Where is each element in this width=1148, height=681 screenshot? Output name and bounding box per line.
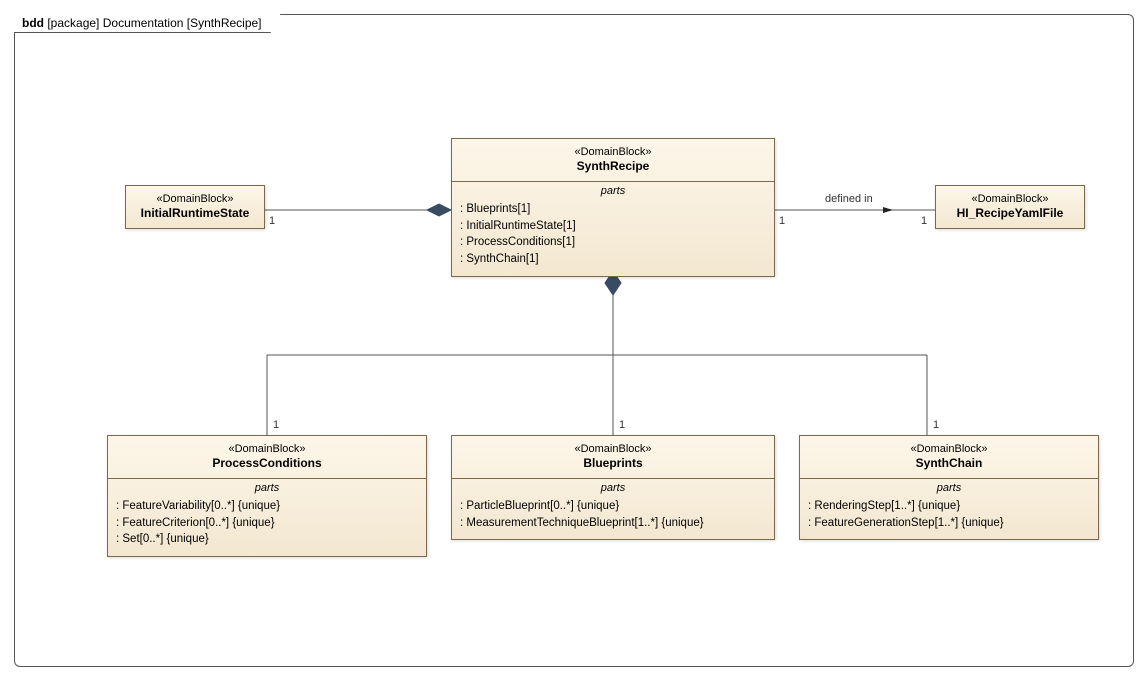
- part-item: : FeatureCriterion[0..*] {unique}: [116, 515, 418, 532]
- parts-list: : Blueprints[1] : InitialRuntimeState[1]…: [452, 199, 774, 276]
- block-header: «DomainBlock» HI_RecipeYamlFile: [936, 186, 1084, 228]
- frame-kind: bdd: [22, 16, 44, 30]
- part-item: : MeasurementTechniqueBlueprint[1..*] {u…: [460, 515, 766, 532]
- block-name: HI_RecipeYamlFile: [944, 206, 1076, 222]
- part-item: : Blueprints[1]: [460, 201, 766, 218]
- block-initial-runtime-state[interactable]: «DomainBlock» InitialRuntimeState: [125, 185, 265, 229]
- parts-label: parts: [452, 479, 774, 496]
- stereotype: «DomainBlock»: [808, 442, 1090, 456]
- multiplicity-label: 1: [619, 419, 625, 431]
- multiplicity-label: 1: [921, 215, 927, 227]
- parts-label: parts: [800, 479, 1098, 496]
- block-name: Blueprints: [460, 456, 766, 472]
- frame-name: [SynthRecipe]: [187, 16, 262, 30]
- part-item: : SynthChain[1]: [460, 251, 766, 268]
- stereotype: «DomainBlock»: [116, 442, 418, 456]
- stereotype: «DomainBlock»: [134, 192, 256, 206]
- block-header: «DomainBlock» Blueprints: [452, 436, 774, 479]
- block-synth-recipe[interactable]: «DomainBlock» SynthRecipe parts : Bluepr…: [451, 138, 775, 277]
- frame-pkg: [package]: [47, 16, 99, 30]
- part-item: : Set[0..*] {unique}: [116, 531, 418, 548]
- multiplicity-label: 1: [933, 419, 939, 431]
- block-name: InitialRuntimeState: [134, 206, 256, 222]
- block-recipe-yaml-file[interactable]: «DomainBlock» HI_RecipeYamlFile: [935, 185, 1085, 229]
- part-item: : ParticleBlueprint[0..*] {unique}: [460, 498, 766, 515]
- parts-label: parts: [452, 182, 774, 199]
- parts-label: parts: [108, 479, 426, 496]
- stereotype: «DomainBlock»: [460, 145, 766, 159]
- block-process-conditions[interactable]: «DomainBlock» ProcessConditions parts : …: [107, 435, 427, 557]
- part-item: : ProcessConditions[1]: [460, 234, 766, 251]
- part-item: : InitialRuntimeState[1]: [460, 218, 766, 235]
- diagram-frame: bdd [package] Documentation [SynthRecipe…: [14, 14, 1134, 667]
- block-name: SynthRecipe: [460, 159, 766, 175]
- parts-list: : RenderingStep[1..*] {unique} : Feature…: [800, 496, 1098, 539]
- connectors: [15, 15, 1135, 668]
- part-item: : RenderingStep[1..*] {unique}: [808, 498, 1090, 515]
- multiplicity-label: 1: [273, 419, 279, 431]
- association-label-defined-in: defined in: [825, 193, 873, 205]
- block-name: SynthChain: [808, 456, 1090, 472]
- part-item: : FeatureVariability[0..*] {unique}: [116, 498, 418, 515]
- multiplicity-label: 1: [779, 215, 785, 227]
- block-header: «DomainBlock» SynthRecipe: [452, 139, 774, 182]
- block-blueprints[interactable]: «DomainBlock» Blueprints parts : Particl…: [451, 435, 775, 540]
- block-name: ProcessConditions: [116, 456, 418, 472]
- frame-label: bdd [package] Documentation [SynthRecipe…: [14, 14, 281, 33]
- stereotype: «DomainBlock»: [460, 442, 766, 456]
- part-item: : FeatureGenerationStep[1..*] {unique}: [808, 515, 1090, 532]
- block-header: «DomainBlock» InitialRuntimeState: [126, 186, 264, 228]
- block-header: «DomainBlock» SynthChain: [800, 436, 1098, 479]
- parts-list: : ParticleBlueprint[0..*] {unique} : Mea…: [452, 496, 774, 539]
- frame-scope: Documentation: [103, 16, 184, 30]
- multiplicity-label: 1: [269, 215, 275, 227]
- parts-list: : FeatureVariability[0..*] {unique} : Fe…: [108, 496, 426, 556]
- stereotype: «DomainBlock»: [944, 192, 1076, 206]
- block-header: «DomainBlock» ProcessConditions: [108, 436, 426, 479]
- block-synth-chain[interactable]: «DomainBlock» SynthChain parts : Renderi…: [799, 435, 1099, 540]
